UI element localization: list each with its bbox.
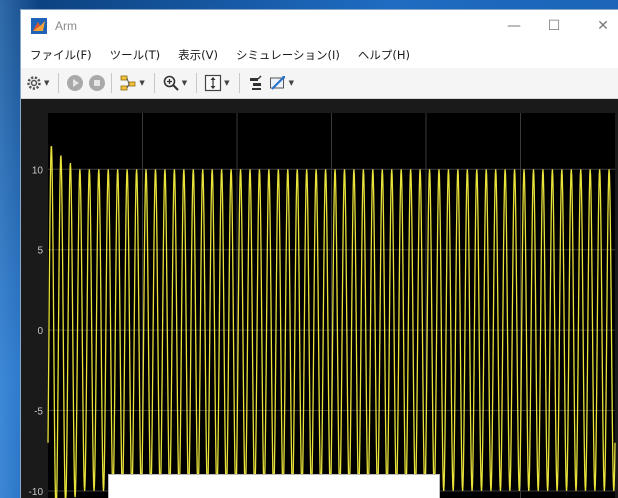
measure-button[interactable] (269, 72, 287, 94)
y-tick-label: 5 (37, 246, 43, 257)
run-button[interactable] (66, 72, 84, 94)
scale-axes-button[interactable] (204, 72, 222, 94)
menu-bar: ファイル(F) ツール(T) 表示(V) シミュレーション(I) ヘルプ(H) (21, 42, 618, 69)
menu-simulation[interactable]: シミュレーション(I) (227, 47, 349, 63)
toolbar-separator (196, 73, 198, 93)
y-tick-label: 10 (32, 165, 44, 176)
scale-axes-icon (205, 74, 222, 92)
scope-display[interactable]: 10 5 0 -5 -10 (21, 99, 618, 498)
zoom-icon (163, 75, 179, 91)
toolbar-separator (153, 73, 155, 93)
toolbar: ▼ ▼ ▼ ▼ ▼ (21, 68, 618, 99)
stop-button[interactable] (88, 72, 106, 94)
menu-tools[interactable]: ツール(T) (101, 47, 170, 63)
y-tick-label: 0 (37, 326, 43, 337)
menu-view[interactable]: 表示(V) (169, 47, 227, 63)
chevron-down-icon[interactable]: ▼ (139, 79, 144, 87)
signal-plot[interactable]: 10 5 0 -5 -10 (21, 99, 618, 498)
settings-button[interactable] (26, 72, 42, 94)
style-button[interactable] (247, 72, 265, 94)
highlight-icon (120, 75, 136, 91)
chevron-down-icon[interactable]: ▼ (289, 79, 294, 87)
chevron-down-icon[interactable]: ▼ (224, 79, 229, 87)
toolbar-separator (238, 73, 240, 93)
scope-window[interactable]: Arm — ☐ ✕ ファイル(F) ツール(T) 表示(V) シミュレーション(… (20, 9, 618, 498)
run-icon (67, 75, 84, 91)
stop-icon (89, 75, 106, 91)
style-icon (249, 75, 262, 90)
toolbar-separator (58, 73, 60, 93)
matlab-app-icon (31, 18, 47, 34)
window-title: Arm (55, 19, 77, 33)
gear-icon (27, 76, 41, 90)
chevron-down-icon[interactable]: ▼ (182, 79, 187, 87)
measure-icon (269, 76, 285, 90)
toolbar-separator (111, 73, 113, 93)
overlay-popup (108, 474, 440, 498)
highlight-button[interactable] (119, 72, 137, 94)
menu-file[interactable]: ファイル(F) (21, 47, 101, 63)
y-tick-label: -5 (34, 407, 43, 418)
y-tick-labels: 10 5 0 -5 -10 (29, 165, 44, 498)
chevron-down-icon[interactable]: ▼ (44, 79, 49, 87)
zoom-button[interactable] (162, 72, 180, 94)
menu-help[interactable]: ヘルプ(H) (349, 47, 419, 63)
y-tick-label: -10 (29, 487, 44, 498)
title-bar[interactable]: Arm — ☐ ✕ (21, 10, 618, 42)
maximize-button[interactable]: ☐ (531, 10, 577, 42)
close-button[interactable]: ✕ (580, 10, 618, 42)
